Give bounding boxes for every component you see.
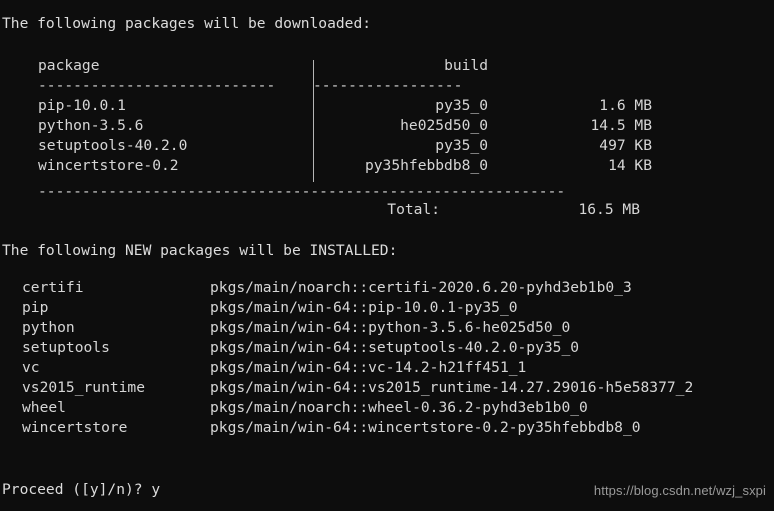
cell-build: py35hfebbdb8_0	[364, 157, 488, 174]
cell-package: setuptools-40.2.0	[38, 137, 188, 154]
package-spec: pkgs/main/win-64::pip-10.0.1-py35_0	[210, 299, 518, 316]
download-table: package build --------------------------…	[38, 56, 652, 182]
header-package: package	[38, 57, 100, 74]
installed-packages-list: certifi pkgs/main/noarch::certifi-2020.6…	[22, 278, 693, 438]
list-item: wheel pkgs/main/noarch::wheel-0.36.2-pyh…	[22, 398, 693, 418]
list-item: vc pkgs/main/win-64::vc-14.2-h21ff451_1	[22, 358, 693, 378]
package-spec: pkgs/main/win-64::vc-14.2-h21ff451_1	[210, 359, 527, 376]
list-item: wincertstore pkgs/main/win-64::wincertst…	[22, 418, 693, 438]
list-item: python pkgs/main/win-64::python-3.5.6-he…	[22, 318, 693, 338]
table-header-row: package build	[38, 56, 650, 76]
list-item: vs2015_runtime pkgs/main/win-64::vs2015_…	[22, 378, 693, 398]
table-row: python-3.5.6 he025d50_0 14.5 MB	[38, 116, 652, 136]
column-separator-line	[313, 60, 314, 182]
cell-package: pip-10.0.1	[38, 97, 126, 114]
package-spec: pkgs/main/win-64::python-3.5.6-he025d50_…	[210, 319, 571, 336]
package-spec: pkgs/main/noarch::wheel-0.36.2-pyhd3eb1b…	[210, 399, 588, 416]
proceed-prompt[interactable]: Proceed ([y]/n)? y	[2, 480, 160, 500]
list-item: setuptools pkgs/main/win-64::setuptools-…	[22, 338, 693, 358]
table-row: pip-10.0.1 py35_0 1.6 MB	[38, 96, 652, 116]
cell-package: wincertstore-0.2	[38, 157, 179, 174]
cell-size: 497 KB	[599, 137, 652, 154]
terminal-window[interactable]: The following packages will be downloade…	[0, 0, 774, 511]
list-item: pip pkgs/main/win-64::pip-10.0.1-py35_0	[22, 298, 693, 318]
cell-build: he025d50_0	[400, 117, 488, 134]
package-spec: pkgs/main/win-64::wincertstore-0.2-py35h…	[210, 419, 641, 436]
table-header-rule: --------------------------- ------------…	[38, 76, 650, 96]
package-name: pip	[22, 299, 49, 316]
package-spec: pkgs/main/win-64::setuptools-40.2.0-py35…	[210, 339, 580, 356]
package-spec: pkgs/main/noarch::certifi-2020.6.20-pyhd…	[210, 279, 632, 296]
package-name: vc	[22, 359, 40, 376]
header-build: build	[444, 57, 488, 74]
table-total-rule: ----------------------------------------…	[38, 183, 566, 200]
table-total-row: Total: 16.5 MB	[38, 200, 645, 220]
cell-size: 14.5 MB	[590, 117, 652, 134]
header-size	[492, 56, 657, 76]
list-item: certifi pkgs/main/noarch::certifi-2020.6…	[22, 278, 693, 298]
cell-package: python-3.5.6	[38, 117, 144, 134]
cell-size: 14 KB	[608, 157, 652, 174]
total-label: Total:	[387, 201, 440, 218]
cell-build: py35_0	[435, 137, 488, 154]
rule-build-col: -----------------	[313, 77, 463, 94]
package-name: python	[22, 319, 75, 336]
package-name: certifi	[22, 279, 84, 296]
download-header-line: The following packages will be downloade…	[2, 15, 372, 32]
package-name: vs2015_runtime	[22, 379, 146, 396]
cell-size: 1.6 MB	[599, 97, 652, 114]
table-row: wincertstore-0.2 py35hfebbdb8_0 14 KB	[38, 156, 652, 176]
cell-build: py35_0	[435, 97, 488, 114]
total-value: 16.5 MB	[578, 201, 640, 218]
rule-package-col: ---------------------------	[38, 77, 276, 94]
package-name: wincertstore	[22, 419, 128, 436]
watermark-url: https://blog.csdn.net/wzj_sxpi	[593, 483, 766, 498]
package-spec: pkgs/main/win-64::vs2015_runtime-14.27.2…	[210, 379, 694, 396]
package-name: wheel	[22, 399, 66, 416]
table-row: setuptools-40.2.0 py35_0 497 KB	[38, 136, 652, 156]
package-name: setuptools	[22, 339, 110, 356]
install-header-line: The following NEW packages will be INSTA…	[2, 242, 398, 259]
